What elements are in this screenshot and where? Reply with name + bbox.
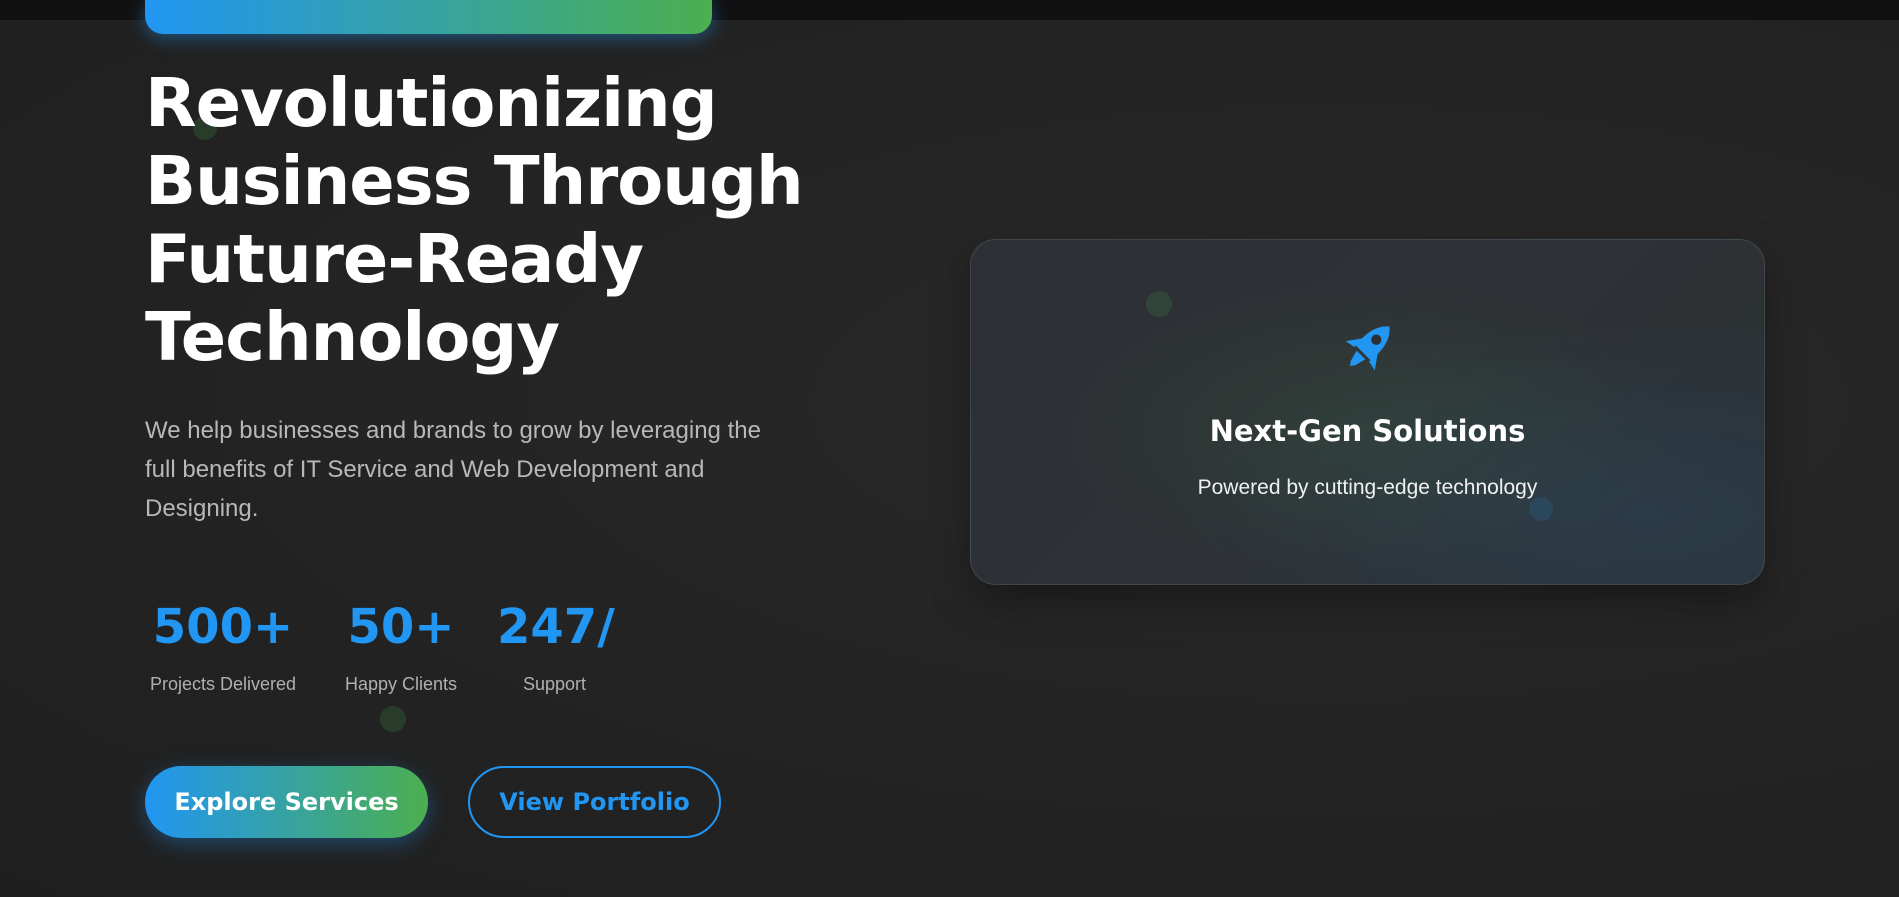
hero-page: Revolutionizing Business Through Future-…	[0, 0, 1899, 897]
stat-label: Happy Clients	[344, 674, 458, 694]
hero-title-line: Future-Ready	[145, 220, 644, 298]
decorative-dot	[1146, 291, 1172, 317]
decorative-dot	[380, 706, 406, 732]
view-portfolio-button[interactable]: View Portfolio	[468, 766, 721, 838]
stat-projects: 500+ Projects Delivered	[145, 594, 301, 695]
card-title: Next-Gen Solutions	[1209, 414, 1526, 448]
stat-label: Support	[522, 674, 587, 694]
stat-value: 50+	[347, 599, 455, 655]
hero-title-line: Revolutionizing	[145, 64, 718, 142]
stat-value: 500+	[152, 599, 294, 655]
stat-label: Projects Delivered	[149, 674, 297, 694]
decorative-dot	[1529, 497, 1553, 521]
explore-services-button[interactable]: Explore Services	[145, 766, 428, 838]
hero-title-line: Business Through	[145, 142, 804, 220]
hero-title-line: Technology	[145, 298, 560, 376]
card-subtitle: Powered by cutting-edge technology	[1197, 476, 1538, 499]
rocket-icon	[1345, 326, 1390, 371]
hero-description: We help businesses and brands to grow by…	[145, 417, 761, 522]
stat-clients: 50+ Happy Clients	[341, 594, 461, 695]
feature-card: Next-Gen Solutions Powered by cutting-ed…	[970, 239, 1765, 585]
stat-value: 247/	[497, 599, 615, 655]
stat-support: 247/ Support	[497, 594, 615, 695]
hero-title: Revolutionizing Business Through Future-…	[145, 64, 804, 376]
gradient-badge	[145, 0, 712, 34]
